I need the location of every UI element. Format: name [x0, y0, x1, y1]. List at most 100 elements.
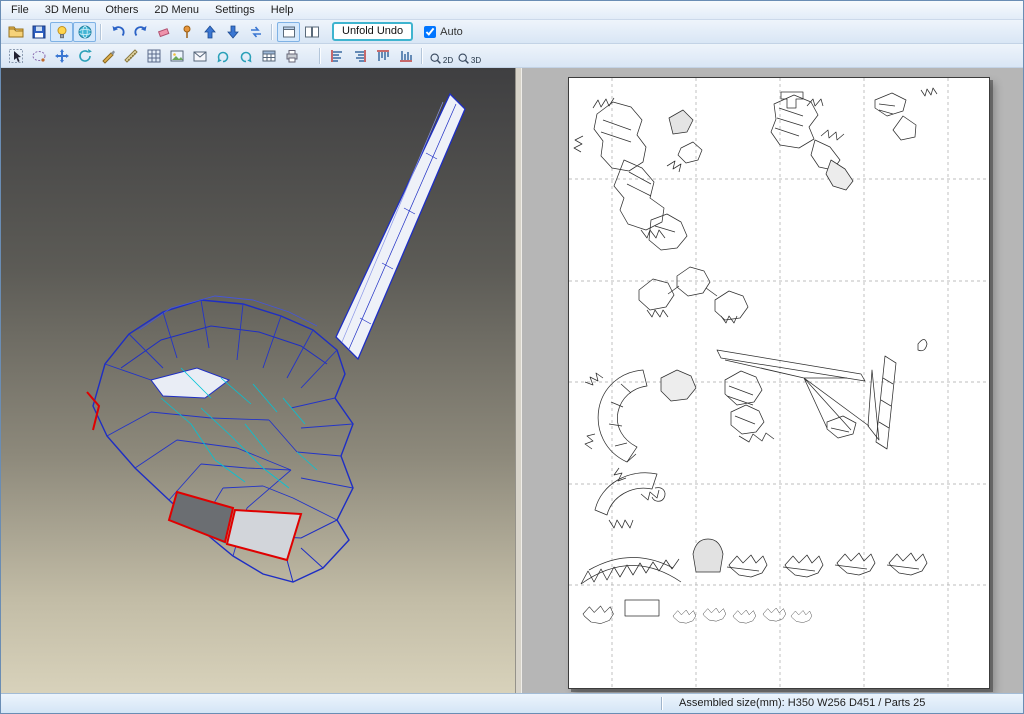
pin-icon: [183, 25, 190, 38]
pattern-cluster[interactable]: [638, 266, 749, 324]
pattern-cluster[interactable]: [692, 538, 928, 578]
pattern-cluster[interactable]: [716, 349, 870, 439]
status-bar: Assembled size(mm): H350 W256 D451 / Par…: [1, 693, 1023, 713]
menu-settings[interactable]: Settings: [207, 2, 263, 18]
status-separator: [661, 697, 663, 710]
texture-toggle-button[interactable]: [73, 21, 96, 42]
pen-icon: [101, 50, 115, 64]
table-icon: [262, 50, 275, 61]
export-button[interactable]: [188, 46, 211, 66]
rotate-circle-icon: [78, 48, 92, 62]
light-toggle-button[interactable]: [50, 21, 73, 42]
align-bottom-button[interactable]: [394, 46, 417, 66]
redo-arrow-icon: [133, 25, 146, 36]
printer-icon: [286, 49, 297, 62]
layout-table-button[interactable]: [257, 46, 280, 66]
pattern-cluster[interactable]: [867, 355, 897, 450]
menu-help[interactable]: Help: [263, 2, 302, 18]
align-top-button[interactable]: [371, 46, 394, 66]
undo-arrow-icon: [112, 25, 125, 36]
model-horn: [335, 92, 466, 361]
swap-arrows-icon: [250, 25, 261, 38]
menu-bar: File 3D Menu Others 2D Menu Settings Hel…: [1, 1, 1023, 20]
eraser-button[interactable]: [152, 22, 175, 42]
scale-button[interactable]: [119, 46, 142, 66]
image-icon: [170, 50, 183, 61]
pin-button[interactable]: [175, 22, 198, 42]
zoom-2d-label: 2D: [442, 55, 454, 65]
grid-icon: [147, 49, 160, 62]
menu-2d-menu[interactable]: 2D Menu: [146, 2, 207, 18]
align-top-icon: [376, 49, 389, 61]
arrow-down-icon: [226, 25, 239, 39]
open-button[interactable]: [4, 22, 27, 42]
align-right-button[interactable]: [348, 46, 371, 66]
move-part-button[interactable]: [50, 46, 73, 66]
app-window: File 3D Menu Others 2D Menu Settings Hel…: [0, 0, 1024, 714]
pattern-cluster[interactable]: [770, 91, 854, 191]
pattern-cluster[interactable]: [573, 97, 703, 251]
undo-button[interactable]: [106, 22, 129, 42]
texture-image-button[interactable]: [165, 46, 188, 66]
viewport-2d[interactable]: [522, 68, 1023, 693]
toolbar-separator: [319, 47, 321, 64]
toolbar-separator: [421, 47, 423, 64]
menu-others[interactable]: Others: [97, 2, 146, 18]
toolbar-2d: 2D 3D: [1, 44, 1023, 68]
view-split-button[interactable]: [300, 22, 323, 42]
auto-checkbox-label: Auto: [440, 25, 463, 38]
swap-button[interactable]: [244, 22, 267, 42]
pattern-cluster[interactable]: [917, 339, 928, 352]
pattern-cluster[interactable]: [582, 599, 813, 624]
align-right-icon: [354, 49, 366, 62]
save-button[interactable]: [27, 22, 50, 42]
rotate-left-button[interactable]: [211, 46, 234, 66]
rotate-left-icon: [217, 51, 228, 62]
redo-button[interactable]: [129, 22, 152, 42]
print-button[interactable]: [280, 46, 303, 66]
move-down-button[interactable]: [221, 22, 244, 42]
split-window-icon: [304, 26, 319, 37]
pattern-page[interactable]: [568, 77, 990, 689]
pattern-cluster[interactable]: [584, 369, 697, 482]
grid-button[interactable]: [142, 46, 165, 66]
pattern-cluster[interactable]: [580, 557, 682, 585]
assembled-size-text: Assembled size(mm): H350 W256 D451 / Par…: [679, 697, 926, 709]
rotate-part-button[interactable]: [73, 46, 96, 66]
textured-sphere-icon: [78, 25, 91, 38]
rotate-right-icon: [240, 51, 251, 62]
pattern-cluster[interactable]: [594, 472, 666, 529]
envelope-icon: [193, 51, 206, 61]
align-left-button[interactable]: [325, 46, 348, 66]
move-arrows-icon: [54, 48, 69, 63]
unfold-undo-button[interactable]: Unfold Undo: [332, 22, 414, 41]
menu-file[interactable]: File: [3, 2, 37, 18]
align-left-icon: [330, 49, 342, 62]
arrow-up-icon: [203, 24, 216, 38]
zoom-3d-button[interactable]: 3D: [455, 46, 483, 66]
pattern-cluster[interactable]: [874, 87, 938, 141]
eraser-icon: [157, 27, 169, 37]
align-bottom-icon: [399, 50, 412, 62]
edit-edge-button[interactable]: [96, 46, 119, 66]
model-selected-parts[interactable]: [86, 391, 303, 562]
open-folder-icon: [8, 26, 23, 37]
toolbar-separator: [100, 23, 102, 40]
viewport-3d[interactable]: [1, 68, 515, 693]
rotate-right-button[interactable]: [234, 46, 257, 66]
model-3d-wireframe: [86, 92, 466, 583]
zoom-2d-button[interactable]: 2D: [427, 46, 455, 66]
magnifier-icon: [430, 52, 441, 64]
floppy-icon: [32, 25, 45, 38]
lightbulb-icon: [57, 25, 66, 38]
move-up-button[interactable]: [198, 22, 221, 42]
toolbar-separator: [271, 23, 273, 40]
ruler-icon: [123, 48, 138, 63]
view-single-button[interactable]: [277, 21, 300, 42]
lasso-select-button[interactable]: [27, 46, 50, 66]
menu-3d-menu[interactable]: 3D Menu: [37, 2, 98, 18]
select-button[interactable]: [4, 46, 27, 66]
pane-splitter[interactable]: [515, 68, 522, 693]
zoom-3d-label: 3D: [470, 55, 482, 65]
auto-checkbox[interactable]: [424, 25, 437, 38]
